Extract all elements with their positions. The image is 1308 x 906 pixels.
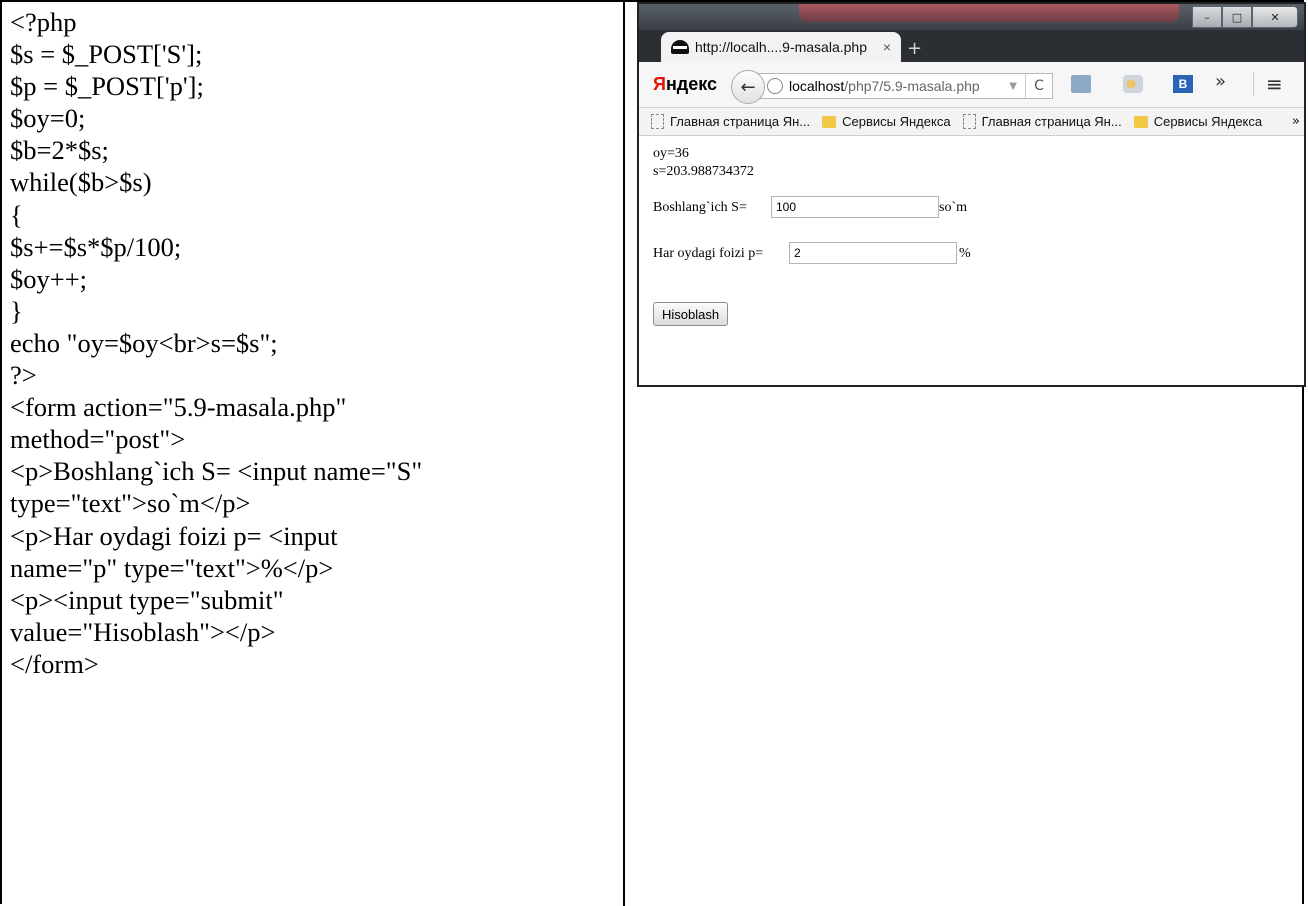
monthly-percent-input[interactable] xyxy=(789,242,957,264)
php-code-block: <?php $s = $_POST['S']; $p = $_POST['p']… xyxy=(0,2,623,684)
monthly-percent-label: Har oydagi foizi p= xyxy=(653,246,764,261)
navigation-bar: Яндекс localhost/php7/5.9-masala.php ▼ C… xyxy=(639,62,1304,108)
bookmark-label: Главная страница Ян... xyxy=(670,114,811,129)
browser-window: – □ ✕ http://localh....9-masala.php × + … xyxy=(637,2,1306,387)
code-line: <form action="5.9-masala.php" xyxy=(10,392,347,423)
page-icon xyxy=(962,114,976,129)
initial-sum-input[interactable] xyxy=(771,196,939,218)
incognito-icon xyxy=(671,40,689,54)
code-line: <p>Boshlang`ich S= <input name="S" xyxy=(10,456,423,487)
url-host: localhost xyxy=(789,78,845,94)
bookmark-item[interactable]: Сервисы Яндекса xyxy=(1133,114,1263,129)
reload-button[interactable]: C xyxy=(1025,74,1052,98)
code-line: method="post"> xyxy=(10,424,186,455)
title-bar: – □ ✕ xyxy=(639,4,1304,30)
bookmark-label: Сервисы Яндекса xyxy=(842,114,951,129)
code-line: <p>Har oydagi foizi p= <input xyxy=(10,520,338,551)
tab-close-icon[interactable]: × xyxy=(883,39,891,55)
yandex-logo-first-letter: Я xyxy=(653,74,666,94)
code-line: $b=2*$s; xyxy=(10,135,109,166)
monthly-percent-unit: % xyxy=(959,246,971,261)
output-months: oy=36 xyxy=(653,146,689,161)
browser-tab[interactable]: http://localh....9-masala.php × xyxy=(661,32,901,62)
bookmarks-bar: Главная страница Ян... Сервисы Яндекса Г… xyxy=(639,108,1304,136)
page-content: oy=36 s=203.988734372 Boshlang`ich S= so… xyxy=(639,136,1304,385)
page-icon xyxy=(651,114,664,129)
window-controls: – □ ✕ xyxy=(1192,6,1298,28)
code-line: $p = $_POST['p']; xyxy=(10,71,204,102)
weather-icon[interactable] xyxy=(1123,75,1143,93)
bookmark-label: Сервисы Яндекса xyxy=(1153,114,1263,129)
close-window-button[interactable]: ✕ xyxy=(1252,6,1298,28)
code-line: type="text">so`m</p> xyxy=(10,488,251,519)
code-line: <p><input type="submit" xyxy=(10,584,284,615)
bookmark-b-icon[interactable]: B xyxy=(1173,75,1193,93)
output-sum: s=203.988734372 xyxy=(653,164,754,179)
initial-sum-unit: so`m xyxy=(939,200,967,215)
code-line: echo "oy=$oy<br>s=$s"; xyxy=(10,327,278,358)
mail-icon[interactable] xyxy=(1071,75,1091,93)
code-line: $oy=0; xyxy=(10,103,86,134)
code-line: $oy++; xyxy=(10,263,88,294)
code-line: </form> xyxy=(10,648,99,679)
url-path: /php7/5.9-masala.php xyxy=(844,78,980,94)
folder-icon xyxy=(822,115,837,128)
title-glow xyxy=(799,4,1179,22)
menu-icon[interactable]: ≡ xyxy=(1253,72,1283,96)
bookmark-item[interactable]: Главная страница Ян... xyxy=(962,114,1122,129)
new-tab-button[interactable]: + xyxy=(907,38,922,59)
code-line: $s = $_POST['S']; xyxy=(10,39,203,70)
column-divider xyxy=(623,0,625,906)
code-line: value="Hisoblash"></p> xyxy=(10,616,276,647)
maximize-button[interactable]: □ xyxy=(1222,6,1252,28)
code-line: } xyxy=(10,295,23,326)
folder-icon xyxy=(1133,115,1148,128)
url-dropdown-icon[interactable]: ▼ xyxy=(1009,81,1017,92)
code-line: name="p" type="text">%</p> xyxy=(10,552,334,583)
code-line: ?> xyxy=(10,360,37,391)
code-line: <?php xyxy=(10,7,77,37)
yandex-logo[interactable]: Яндекс xyxy=(653,74,717,95)
code-line: while($b>$s) xyxy=(10,167,152,198)
initial-sum-label: Boshlang`ich S= xyxy=(653,200,747,215)
globe-icon xyxy=(767,78,783,94)
bookmarks-more-icon[interactable]: » xyxy=(1292,114,1300,129)
code-cell: <?php $s = $_POST['S']; $p = $_POST['p']… xyxy=(0,2,623,906)
toolbar-overflow-icon[interactable]: » xyxy=(1215,71,1226,92)
bookmark-item[interactable]: Сервисы Яндекса xyxy=(822,114,951,129)
minimize-button[interactable]: – xyxy=(1192,6,1222,28)
yandex-logo-rest: ндекс xyxy=(665,74,718,94)
bookmark-label: Главная страница Ян... xyxy=(981,114,1122,129)
tab-title: http://localh....9-masala.php xyxy=(695,39,867,55)
calculate-button[interactable]: Hisoblash xyxy=(653,302,729,326)
back-button[interactable]: ← xyxy=(731,70,765,104)
url-bar[interactable]: localhost/php7/5.9-masala.php ▼ C xyxy=(757,73,1053,99)
code-line: $s+=$s*$p/100; xyxy=(10,231,182,262)
code-line: { xyxy=(10,199,23,230)
bookmark-item[interactable]: Главная страница Ян... xyxy=(651,114,810,129)
